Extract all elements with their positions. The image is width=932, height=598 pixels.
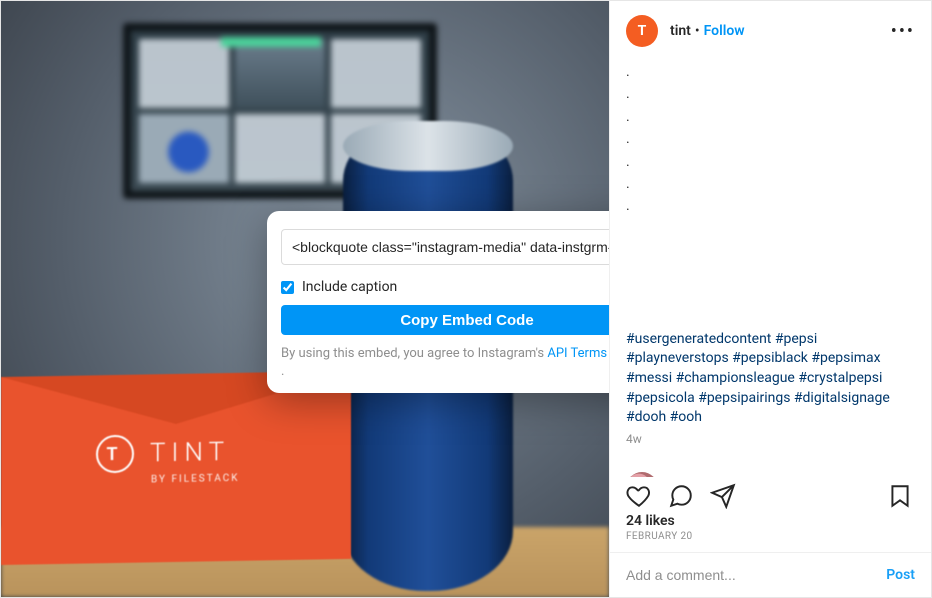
post-sidebar: T tint • Follow ••• . . . . . . . #userg… — [609, 1, 931, 597]
likes-count[interactable]: 24 likes — [610, 511, 931, 531]
include-caption-row[interactable]: Include caption — [281, 279, 609, 295]
commenter-avatar[interactable] — [626, 472, 658, 477]
caption-time: 4w — [626, 432, 915, 446]
post-header: T tint • Follow ••• — [610, 1, 931, 61]
caption-dots: . . . . . . . — [626, 61, 915, 218]
embed-modal: Include caption Copy Embed Code By using… — [267, 211, 609, 393]
post-date: FEBRUARY 20 — [610, 531, 931, 552]
avatar[interactable]: T — [626, 15, 658, 47]
embed-code-input[interactable] — [281, 229, 609, 265]
caption-hashtags[interactable]: #usergeneratedcontent #pepsi #playnevers… — [626, 330, 915, 428]
envelope-sub: BY FILESTACK — [151, 473, 240, 486]
instagram-post-view: T TINT BY FILESTACK Include caption Copy… — [0, 0, 932, 598]
bookmark-icon[interactable] — [887, 483, 915, 511]
add-comment-row: Post — [610, 552, 931, 597]
like-icon[interactable] — [626, 483, 654, 511]
post-body: . . . . . . . #usergeneratedcontent #pep… — [610, 61, 931, 477]
copy-embed-button[interactable]: Copy Embed Code — [281, 305, 609, 335]
add-comment-input[interactable] — [626, 567, 886, 583]
include-caption-label: Include caption — [302, 279, 397, 295]
api-terms-link[interactable]: API Terms of Use — [547, 346, 609, 361]
username[interactable]: tint — [670, 23, 691, 39]
tint-envelope: T TINT BY FILESTACK — [1, 371, 351, 565]
more-options-icon[interactable]: ••• — [891, 21, 915, 42]
include-caption-checkbox[interactable] — [281, 281, 294, 294]
embed-legal: By using this embed, you agree to Instag… — [281, 345, 609, 381]
photo-pane: T TINT BY FILESTACK Include caption Copy… — [1, 1, 609, 597]
comment-icon[interactable] — [668, 483, 696, 511]
comment-row: v4vinovida 🙌🏽🙌🏽🙌🏽🙌🏽🙌🏽 — [626, 472, 915, 477]
envelope-brand: TINT — [150, 437, 230, 468]
action-bar — [610, 477, 931, 511]
post-comment-button[interactable]: Post — [886, 567, 915, 583]
follow-button[interactable]: Follow — [704, 23, 745, 39]
share-icon[interactable] — [710, 483, 738, 511]
